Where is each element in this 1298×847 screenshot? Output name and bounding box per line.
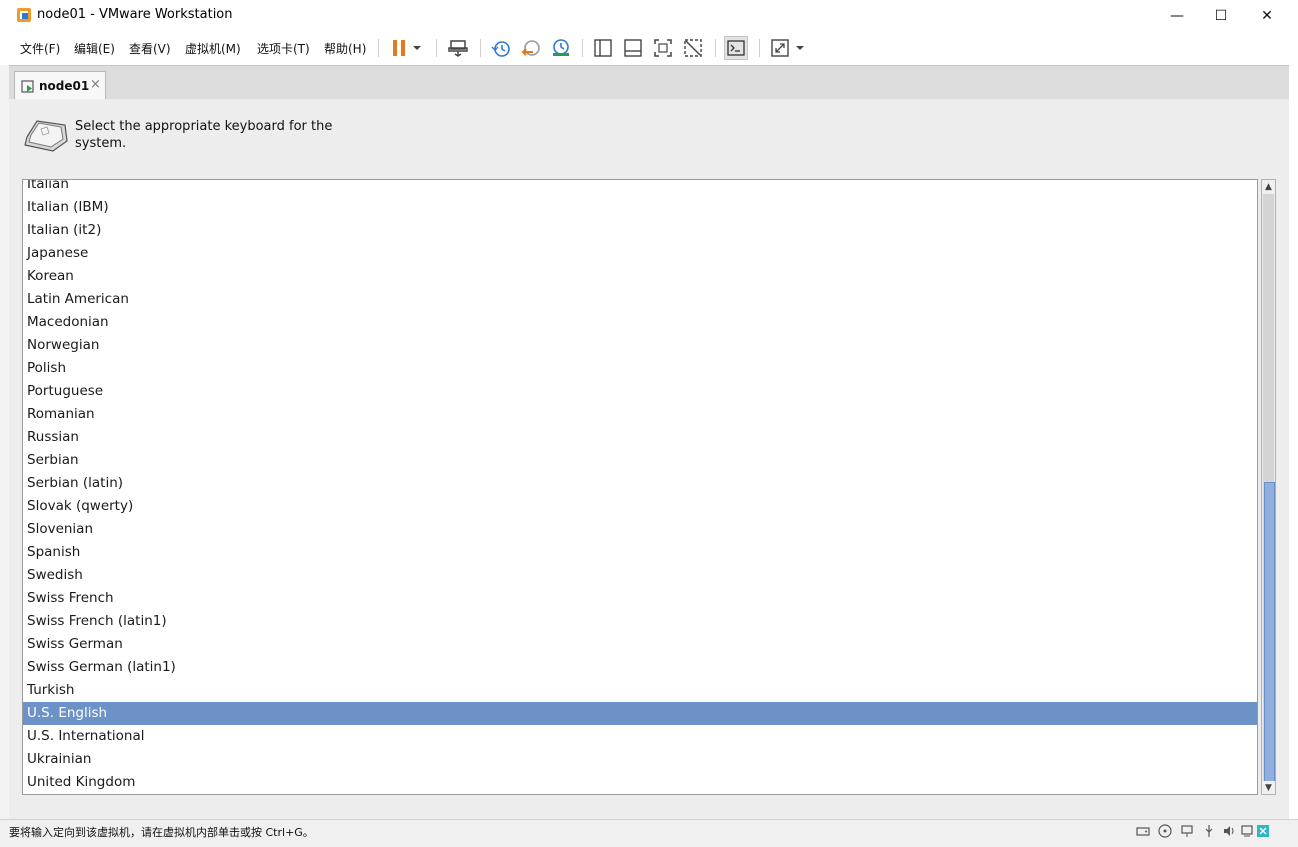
display-icon[interactable] xyxy=(1240,824,1254,838)
library-view-icon[interactable] xyxy=(591,36,615,60)
list-item[interactable]: Slovenian xyxy=(23,518,1257,541)
revert-snapshot-icon[interactable] xyxy=(519,36,543,60)
menu-file[interactable]: 文件(F) xyxy=(20,40,60,57)
background-desktop-strip xyxy=(0,65,9,847)
dropdown-arrow-icon[interactable] xyxy=(409,36,425,60)
vmware-window: node01 - VMware Workstation — ☐ ✕ 文件(F) … xyxy=(0,0,1298,847)
toolbar-divider xyxy=(715,39,716,57)
tab-node01[interactable]: node01 × xyxy=(14,71,106,100)
hard-disk-icon[interactable] xyxy=(1136,824,1150,838)
list-item[interactable]: U.S. International xyxy=(23,725,1257,748)
maximize-button[interactable]: ☐ xyxy=(1198,0,1244,31)
minimize-button[interactable]: — xyxy=(1154,0,1200,31)
tab-label: node01 xyxy=(39,79,90,93)
list-item[interactable]: Polish xyxy=(23,357,1257,380)
network-adapter-icon[interactable] xyxy=(1180,824,1194,838)
status-message: 要将输入定向到该虚拟机，请在虚拟机内部单击或按 Ctrl+G。 xyxy=(9,826,314,839)
list-item[interactable]: Italian xyxy=(23,180,1257,196)
list-item[interactable]: Slovak (qwerty) xyxy=(23,495,1257,518)
list-item[interactable]: Russian xyxy=(23,426,1257,449)
list-item[interactable]: United Kingdom xyxy=(23,771,1257,794)
pause-icon[interactable] xyxy=(387,36,411,60)
keyboard-list: Italian Italian (IBM) Italian (it2) Japanes… xyxy=(23,180,1257,794)
list-item[interactable]: Spanish xyxy=(23,541,1257,564)
list-item[interactable]: Swiss German (latin1) xyxy=(23,656,1257,679)
usb-icon[interactable] xyxy=(1202,824,1216,838)
list-item[interactable]: Swedish xyxy=(23,564,1257,587)
vm-console[interactable]: Select the appropriate keyboard for the … xyxy=(9,99,1289,819)
toolbar-divider xyxy=(759,39,760,57)
title-bar: node01 - VMware Workstation — ☐ ✕ xyxy=(0,0,1298,31)
scroll-thumb[interactable] xyxy=(1264,482,1275,782)
list-scrollbar[interactable]: ▲ ▼ xyxy=(1261,179,1276,795)
vmware-app-icon xyxy=(17,8,31,22)
close-button[interactable]: ✕ xyxy=(1244,0,1290,31)
list-item[interactable]: Macedonian xyxy=(23,311,1257,334)
list-item[interactable]: Serbian (latin) xyxy=(23,472,1257,495)
menu-vm[interactable]: 虚拟机(M) xyxy=(185,40,241,57)
thumbnail-view-icon[interactable] xyxy=(621,36,645,60)
snapshot-manager-icon[interactable] xyxy=(549,36,573,60)
menu-help[interactable]: 帮助(H) xyxy=(324,40,366,57)
autofit-icon[interactable] xyxy=(768,36,792,60)
vm-tab-icon xyxy=(21,80,34,93)
autofit-dropdown-icon[interactable] xyxy=(792,36,808,60)
menu-edit[interactable]: 编辑(E) xyxy=(74,40,115,57)
unity-icon[interactable] xyxy=(681,36,705,60)
snapshot-icon[interactable] xyxy=(489,36,513,60)
status-bar: 要将输入定向到该虚拟机，请在虚拟机内部单击或按 Ctrl+G。 xyxy=(0,819,1298,847)
keyboard-prompt: Select the appropriate keyboard for the … xyxy=(75,119,333,151)
menu-view[interactable]: 查看(V) xyxy=(129,40,171,57)
fullscreen-icon[interactable] xyxy=(651,36,675,60)
window-title: node01 - VMware Workstation xyxy=(37,7,233,22)
list-item[interactable]: Japanese xyxy=(23,242,1257,265)
tab-close-icon[interactable]: × xyxy=(90,77,101,92)
list-item-selected[interactable]: U.S. English xyxy=(23,702,1257,725)
scroll-up-icon[interactable]: ▲ xyxy=(1262,180,1275,193)
scroll-down-icon[interactable]: ▼ xyxy=(1262,781,1275,794)
list-item[interactable]: Swiss French xyxy=(23,587,1257,610)
list-item[interactable]: Italian (IBM) xyxy=(23,196,1257,219)
list-item[interactable]: Ukrainian xyxy=(23,748,1257,771)
toolbar-divider xyxy=(436,39,437,57)
vm-tools-icon[interactable] xyxy=(1256,824,1270,838)
scroll-track[interactable] xyxy=(1263,194,1275,782)
send-ctrl-alt-del-icon[interactable] xyxy=(446,36,470,60)
list-item[interactable]: Portuguese xyxy=(23,380,1257,403)
list-item[interactable]: Serbian xyxy=(23,449,1257,472)
menu-toolbar: 文件(F) 编辑(E) 查看(V) 虚拟机(M) 选项卡(T) 帮助(H) xyxy=(0,31,1298,65)
keyboard-listbox[interactable]: Italian Italian (IBM) Italian (it2) Japanes… xyxy=(22,179,1258,795)
list-item[interactable]: Norwegian xyxy=(23,334,1257,357)
list-item[interactable]: Swiss German xyxy=(23,633,1257,656)
toolbar-divider xyxy=(480,39,481,57)
toolbar-divider xyxy=(582,39,583,57)
list-item[interactable]: Swiss French (latin1) xyxy=(23,610,1257,633)
sound-icon[interactable] xyxy=(1222,824,1236,838)
cd-dvd-icon[interactable] xyxy=(1158,824,1172,838)
console-view-icon[interactable] xyxy=(724,36,748,60)
list-item[interactable]: Romanian xyxy=(23,403,1257,426)
list-item[interactable]: Turkish xyxy=(23,679,1257,702)
menu-tabs[interactable]: 选项卡(T) xyxy=(257,40,310,57)
tab-bar: node01 × xyxy=(9,65,1289,100)
list-item[interactable]: Korean xyxy=(23,265,1257,288)
keyboard-icon xyxy=(24,120,68,152)
list-item[interactable]: Latin American xyxy=(23,288,1257,311)
toolbar-divider xyxy=(378,39,379,57)
list-item[interactable]: Italian (it2) xyxy=(23,219,1257,242)
